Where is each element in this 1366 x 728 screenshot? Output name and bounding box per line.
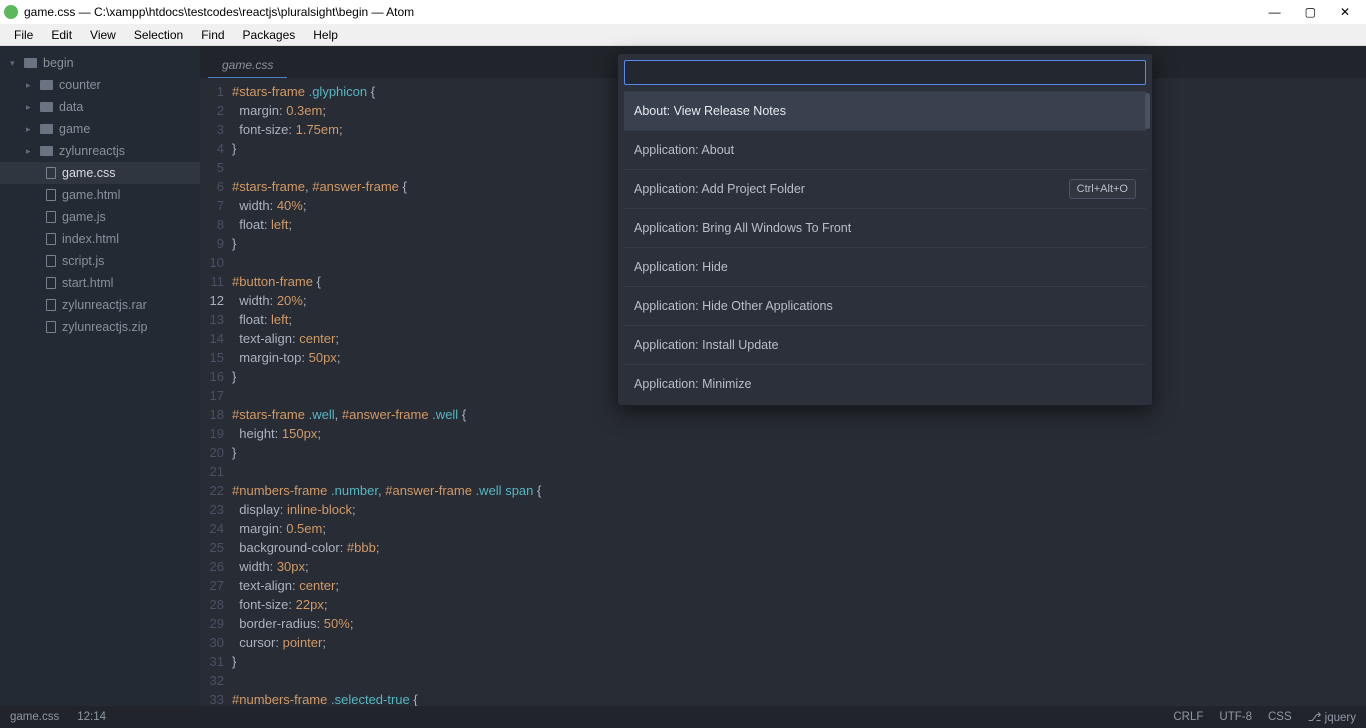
command-palette-item-label: Application: Install Update	[634, 338, 779, 352]
tree-file[interactable]: zylunreactjs.zip	[0, 316, 200, 338]
tree-root-folder[interactable]: ▾ begin	[0, 52, 200, 74]
menu-find[interactable]: Find	[193, 26, 232, 44]
folder-icon	[40, 80, 53, 90]
chevron-right-icon: ▸	[26, 80, 34, 91]
command-palette-item[interactable]: Application: Bring All Windows To Front	[624, 208, 1146, 247]
tree-folder-label: zylunreactjs	[59, 144, 125, 158]
status-grammar[interactable]: CSS	[1268, 711, 1292, 723]
command-palette-list[interactable]: About: View Release Notes Application: Ab…	[618, 91, 1152, 405]
tree-folder-label: game	[59, 122, 90, 136]
file-icon	[46, 233, 56, 245]
tree-file-label: game.js	[62, 210, 106, 224]
file-icon	[46, 167, 56, 179]
tree-file[interactable]: index.html	[0, 228, 200, 250]
keyboard-shortcut: Ctrl+Alt+O	[1069, 179, 1136, 199]
tree-file-label: script.js	[62, 254, 104, 268]
atom-app-icon	[4, 5, 18, 19]
command-palette-item[interactable]: Application: Minimize	[624, 364, 1146, 403]
menu-packages[interactable]: Packages	[235, 26, 304, 44]
chevron-right-icon: ▸	[26, 146, 34, 157]
gutter: 1234567891011121314151617181920212223242…	[200, 78, 232, 706]
command-palette-item-label: Application: Add Project Folder	[634, 182, 805, 196]
tree-file[interactable]: game.css	[0, 162, 200, 184]
chevron-down-icon: ▾	[10, 58, 18, 69]
menu-edit[interactable]: Edit	[43, 26, 80, 44]
folder-icon	[24, 58, 37, 68]
menu-help[interactable]: Help	[305, 26, 346, 44]
file-icon	[46, 321, 56, 333]
tree-folder[interactable]: ▸ counter	[0, 74, 200, 96]
tree-file[interactable]: script.js	[0, 250, 200, 272]
file-icon	[46, 211, 56, 223]
status-cursor-position[interactable]: 12:14	[77, 711, 106, 723]
command-palette-input[interactable]	[624, 60, 1146, 85]
menu-selection[interactable]: Selection	[126, 26, 191, 44]
scrollbar-thumb[interactable]	[1145, 93, 1150, 129]
tree-root-label: begin	[43, 56, 74, 70]
command-palette: About: View Release Notes Application: Ab…	[617, 53, 1153, 406]
tree-file-label: index.html	[62, 232, 119, 246]
tree-folder[interactable]: ▸ data	[0, 96, 200, 118]
status-file[interactable]: game.css	[10, 711, 59, 723]
tab-label: game.css	[222, 58, 273, 72]
tree-file[interactable]: start.html	[0, 272, 200, 294]
folder-icon	[40, 146, 53, 156]
menubar: File Edit View Selection Find Packages H…	[0, 24, 1366, 46]
tree-file[interactable]: game.html	[0, 184, 200, 206]
folder-icon	[40, 102, 53, 112]
git-branch-icon: ⎇	[1308, 710, 1322, 724]
command-palette-item-label: Application: Minimize	[634, 377, 751, 391]
tree-folder-label: counter	[59, 78, 101, 92]
window-title: game.css — C:\xampp\htdocs\testcodes\rea…	[24, 5, 1269, 19]
tree-file-label: start.html	[62, 276, 113, 290]
file-icon	[46, 255, 56, 267]
chevron-right-icon: ▸	[26, 124, 34, 135]
folder-icon	[40, 124, 53, 134]
tree-file[interactable]: zylunreactjs.rar	[0, 294, 200, 316]
tree-file-label: game.html	[62, 188, 120, 202]
status-bar: game.css 12:14 CRLF UTF-8 CSS ⎇ jquery	[0, 706, 1366, 728]
tree-folder-label: data	[59, 100, 83, 114]
window-titlebar: game.css — C:\xampp\htdocs\testcodes\rea…	[0, 0, 1366, 24]
tree-file-label: zylunreactjs.zip	[62, 320, 147, 334]
status-git-branch[interactable]: ⎇ jquery	[1308, 710, 1356, 724]
window-maximize-icon[interactable]: ▢	[1305, 5, 1316, 19]
command-palette-item[interactable]: Application: About	[624, 130, 1146, 169]
file-icon	[46, 189, 56, 201]
window-minimize-icon[interactable]: —	[1269, 5, 1281, 19]
tree-view[interactable]: ▾ begin ▸ counter ▸ data ▸ game ▸ zylunreact…	[0, 46, 200, 706]
command-palette-item[interactable]: Application: Hide	[624, 247, 1146, 286]
status-eol[interactable]: CRLF	[1173, 711, 1203, 723]
command-palette-item[interactable]: Application: Hide Other Applications	[624, 286, 1146, 325]
menu-view[interactable]: View	[82, 26, 124, 44]
command-palette-item[interactable]: About: View Release Notes	[624, 91, 1146, 130]
command-palette-item-label: Application: Hide	[634, 260, 728, 274]
tree-file-label: zylunreactjs.rar	[62, 298, 147, 312]
command-palette-item-label: About: View Release Notes	[634, 104, 786, 118]
command-palette-item[interactable]: Application: Add Project Folder Ctrl+Alt+…	[624, 169, 1146, 208]
window-close-icon[interactable]: ✕	[1340, 5, 1350, 19]
file-icon	[46, 277, 56, 289]
menu-file[interactable]: File	[6, 26, 41, 44]
chevron-right-icon: ▸	[26, 102, 34, 113]
tree-file-label: game.css	[62, 166, 116, 180]
tree-file[interactable]: game.js	[0, 206, 200, 228]
tree-folder[interactable]: ▸ game	[0, 118, 200, 140]
command-palette-item-label: Application: Hide Other Applications	[634, 299, 833, 313]
tree-folder[interactable]: ▸ zylunreactjs	[0, 140, 200, 162]
tab-game-css[interactable]: game.css	[208, 52, 287, 78]
command-palette-item-label: Application: About	[634, 143, 734, 157]
file-icon	[46, 299, 56, 311]
command-palette-item[interactable]: Application: Install Update	[624, 325, 1146, 364]
command-palette-item-label: Application: Bring All Windows To Front	[634, 221, 851, 235]
status-encoding[interactable]: UTF-8	[1219, 711, 1252, 723]
